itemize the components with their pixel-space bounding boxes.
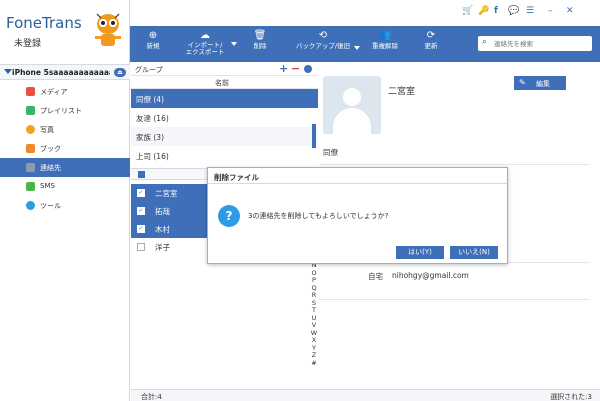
sidebar-item-contacts[interactable]: 連絡先: [0, 158, 130, 177]
no-button[interactable]: いいえ(N): [450, 246, 498, 259]
chat-icon[interactable]: 💬: [508, 6, 519, 16]
sms-icon: [26, 182, 35, 191]
search-icon: ⌕: [482, 37, 488, 47]
backup-icon: ⟲: [318, 30, 328, 41]
toolbar: ⊕ 新規 ☁ インポート/ エクスポート 🗑 削除 ⟲ バックアップ/復旧 👥 …: [130, 26, 600, 62]
sidebar-item-label: 写真: [40, 126, 54, 134]
sidebar-item-label: プレイリスト: [40, 107, 82, 115]
eject-icon[interactable]: ⏏: [114, 68, 126, 77]
add-group-icon[interactable]: +: [279, 62, 288, 75]
group-item[interactable]: 友達 (16): [131, 108, 318, 127]
name-column-header[interactable]: 名前: [131, 76, 318, 89]
status-bar: 合計:4 選択された:3: [131, 389, 600, 401]
contact-checkbox[interactable]: ✓: [137, 225, 145, 233]
sidebar-item-tools[interactable]: ツール: [0, 196, 130, 215]
menu-icon[interactable]: ☰: [526, 6, 534, 16]
plus-icon: ⊕: [148, 30, 158, 41]
app-title: FoneTrans: [6, 14, 82, 32]
collapse-triangle-icon[interactable]: [4, 69, 12, 74]
select-all-checkbox[interactable]: [138, 171, 145, 178]
group-item[interactable]: 同僚 (4): [131, 89, 318, 108]
alpha-letter[interactable]: #: [310, 359, 318, 368]
sidebar-item-label: 連絡先: [40, 164, 61, 172]
minimize-icon[interactable]: –: [548, 6, 553, 16]
users-icon: 👥: [378, 30, 392, 41]
new-button[interactable]: ⊕ 新規: [142, 29, 164, 50]
group-settings-icon[interactable]: [304, 65, 312, 73]
facebook-icon[interactable]: f: [494, 6, 498, 16]
delete-dialog: 削除ファイル ? 3の連絡先を削除してもよろしいでしょうか? はい(Y) いいえ…: [207, 167, 508, 264]
contacts-icon: [26, 163, 35, 172]
avatar-head: [343, 88, 361, 106]
remove-group-icon[interactable]: −: [291, 62, 300, 75]
group-item[interactable]: 上司 (16): [131, 146, 318, 165]
detail-group: 同僚: [323, 148, 338, 157]
group-item[interactable]: 家族 (3): [131, 127, 318, 146]
trash-icon: 🗑: [253, 30, 267, 41]
sidebar: FoneTrans 未登録 iPhone 5saaaaaaaaaaaaaa ⏏ …: [0, 0, 130, 401]
divider: [319, 299, 589, 300]
backup-dropdown-icon[interactable]: [354, 46, 360, 50]
playlist-icon: [26, 106, 35, 115]
delete-button[interactable]: 🗑 削除: [248, 29, 272, 50]
sidebar-item-label: ツール: [40, 202, 61, 210]
registration-status[interactable]: 未登録: [14, 36, 41, 49]
sidebar-item-label: メディア: [40, 88, 68, 96]
sidebar-item-sms[interactable]: SMS: [0, 177, 130, 196]
group-scrollbar[interactable]: [312, 124, 316, 148]
selected-count: 選択された:3: [550, 393, 592, 401]
search-input[interactable]: [494, 38, 588, 49]
dialog-title: 削除ファイル: [214, 173, 259, 182]
contact-avatar[interactable]: [323, 76, 381, 134]
yes-button[interactable]: はい(Y): [396, 246, 444, 259]
group-header: グループ + −: [131, 62, 318, 76]
music-icon: [26, 87, 35, 96]
home-email-label: 自宅: [368, 272, 383, 281]
refresh-icon: ⟳: [426, 30, 436, 41]
sidebar-item-photos[interactable]: 写真: [0, 120, 130, 139]
home-email-value: nihohgy@gmail.com: [392, 271, 469, 280]
device-name: iPhone 5saaaaaaaaaaaaaa: [12, 68, 110, 77]
sidebar-item-media[interactable]: メディア: [0, 82, 130, 101]
window-controls: 🛒 🔑 f 💬 ☰ – ✕: [462, 6, 598, 20]
book-icon: [26, 144, 35, 153]
edit-button[interactable]: ✎ 編集: [514, 76, 566, 90]
dialog-message: 3の連絡先を削除してもよろしいでしょうか?: [248, 212, 389, 220]
device-row[interactable]: iPhone 5saaaaaaaaaaaaaa ⏏: [0, 64, 130, 80]
contact-checkbox[interactable]: ✓: [137, 207, 145, 215]
contact-checkbox[interactable]: [137, 243, 145, 251]
alphabet-index: N O P Q R S T U V W X Y Z #: [310, 261, 318, 368]
edit-icon: ✎: [519, 78, 526, 87]
sidebar-item-label: SMS: [40, 182, 55, 190]
question-icon: ?: [218, 205, 240, 227]
divider: [319, 164, 589, 165]
dedupe-button[interactable]: 👥 重複解除: [368, 29, 402, 50]
sidebar-item-playlist[interactable]: プレイリスト: [0, 101, 130, 120]
tools-icon: [26, 201, 35, 210]
import-dropdown-icon[interactable]: [231, 42, 237, 46]
total-count: 合計:4: [141, 393, 162, 401]
sidebar-item-label: ブック: [40, 145, 61, 153]
close-icon[interactable]: ✕: [566, 6, 574, 16]
sidebar-item-books[interactable]: ブック: [0, 139, 130, 158]
mascot-icon: [95, 13, 121, 46]
search-box[interactable]: ⌕: [478, 36, 592, 51]
import-export-button[interactable]: ☁ インポート/ エクスポート: [182, 29, 228, 56]
contact-checkbox[interactable]: ✓: [137, 189, 145, 197]
dialog-title-bar: 削除ファイル: [208, 168, 507, 184]
key-icon[interactable]: 🔑: [478, 6, 489, 16]
cart-icon[interactable]: 🛒: [462, 6, 473, 16]
refresh-button[interactable]: ⟳ 更新: [420, 29, 442, 50]
detail-name: 二宮室: [388, 87, 416, 97]
backup-restore-button[interactable]: ⟲ バックアップ/復旧: [294, 29, 352, 50]
group-panel: グループ + − 名前 同僚 (4) 友達 (16) 家族 (3) 上司 (16…: [131, 62, 318, 166]
avatar-body: [333, 108, 371, 134]
photo-icon: [26, 125, 35, 134]
